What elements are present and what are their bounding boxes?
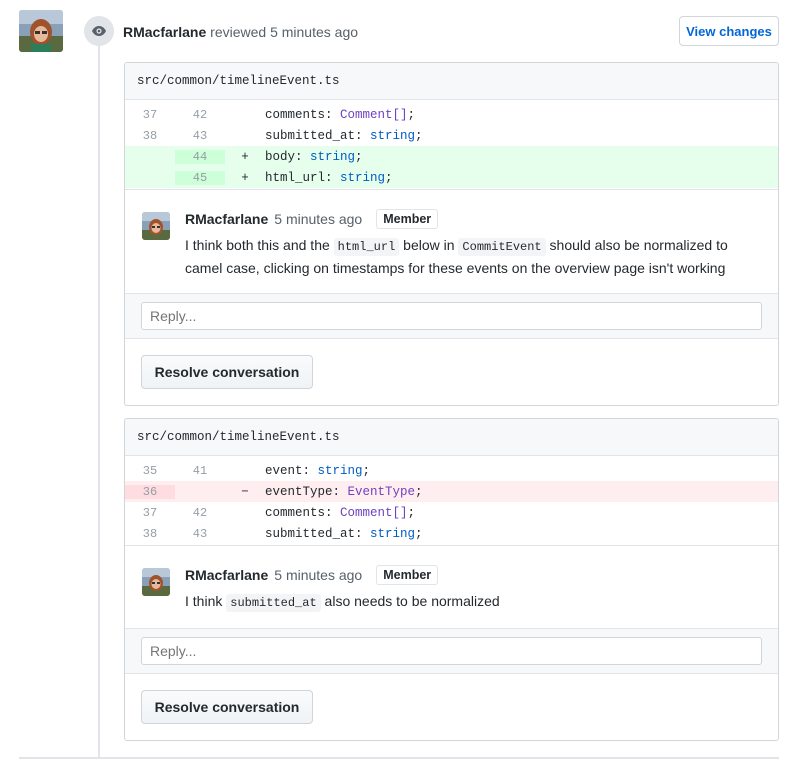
timeline-line (98, 40, 100, 758)
file-path[interactable]: src/common/timelineEvent.ts (125, 419, 778, 456)
timeline-divider (19, 757, 779, 759)
comment-text: I think (185, 593, 227, 609)
new-line-number[interactable]: 41 (175, 464, 225, 478)
diff-line: 35 41 event: string; (125, 460, 778, 481)
diff-sign: + (241, 149, 249, 164)
review-comment: RMacfarlane 5 minutes ago Member I think… (125, 190, 778, 293)
comment-text: I think both this and the (185, 237, 334, 253)
reply-input[interactable] (141, 637, 762, 665)
code-text: comments: Comment[]; (265, 505, 416, 520)
diff-line: 38 43 submitted_at: string; (125, 125, 778, 146)
old-line-number[interactable]: 38 (125, 527, 175, 541)
diff-line: 37 42 comments: Comment[]; (125, 104, 778, 125)
comment-author[interactable]: RMacfarlane (185, 211, 268, 227)
code-text: event: string; (265, 463, 371, 478)
member-badge: Member (376, 565, 439, 585)
resolve-area: Resolve conversation (125, 674, 778, 740)
eye-icon (84, 16, 114, 46)
code-text: eventType: EventType; (265, 484, 423, 499)
new-line-number[interactable]: 42 (175, 108, 225, 122)
diff-line: 38 43 submitted_at: string; (125, 523, 778, 544)
commenter-avatar[interactable] (142, 568, 170, 596)
review-header: RMacfarlane reviewed 5 minutes ago (123, 24, 358, 40)
comment-timestamp[interactable]: 5 minutes ago (274, 211, 362, 227)
inline-code: CommitEvent (458, 238, 546, 256)
review-thread: src/common/timelineEvent.ts 37 42 commen… (124, 62, 779, 406)
inline-code: html_url (333, 238, 400, 256)
old-line-number[interactable]: 38 (125, 129, 175, 143)
new-line-number[interactable]: 43 (175, 129, 225, 143)
member-badge: Member (376, 209, 439, 229)
resolve-conversation-button[interactable]: Resolve conversation (141, 355, 313, 389)
comment-text: below in (399, 237, 459, 253)
diff-line: 45 + html_url: string; (125, 167, 778, 188)
reviewer-avatar[interactable] (19, 10, 63, 52)
code-text: submitted_at: string; (265, 526, 423, 541)
comment-body: I think submitted_at also needs to be no… (185, 591, 762, 614)
view-changes-button[interactable]: View changes (679, 16, 779, 46)
old-line-number[interactable]: 35 (125, 464, 175, 478)
new-line-number[interactable]: 45 (175, 170, 225, 185)
code-text: body: string; (265, 149, 363, 164)
commenter-avatar[interactable] (142, 212, 170, 240)
reply-area (125, 628, 778, 674)
old-line-number[interactable]: 37 (125, 506, 175, 520)
code-text: comments: Comment[]; (265, 107, 416, 122)
diff-line: 36 − eventType: EventType; (125, 481, 778, 502)
diff-sign: + (241, 170, 249, 185)
new-line-number[interactable]: 44 (175, 149, 225, 164)
reply-input[interactable] (141, 302, 762, 330)
review-thread: src/common/timelineEvent.ts 35 41 event:… (124, 418, 779, 741)
reply-area (125, 293, 778, 339)
comment-author[interactable]: RMacfarlane (185, 567, 268, 583)
review-action: reviewed 5 minutes ago (210, 24, 359, 40)
review-comment: RMacfarlane 5 minutes ago Member I think… (125, 546, 778, 628)
old-line-number[interactable]: 36 (125, 484, 175, 499)
diff-sign: − (241, 484, 249, 499)
diff-line: 44 + body: string; (125, 146, 778, 167)
comment-body: I think both this and the html_url below… (185, 235, 762, 279)
resolve-conversation-button[interactable]: Resolve conversation (141, 690, 313, 724)
resolve-area: Resolve conversation (125, 339, 778, 405)
comment-text: also needs to be normalized (320, 593, 500, 609)
code-text: html_url: string; (265, 170, 393, 185)
code-text: submitted_at: string; (265, 128, 423, 143)
old-line-number[interactable]: 37 (125, 108, 175, 122)
new-line-number[interactable]: 43 (175, 527, 225, 541)
file-path[interactable]: src/common/timelineEvent.ts (125, 63, 778, 100)
review-author[interactable]: RMacfarlane (123, 24, 206, 40)
inline-code: submitted_at (226, 594, 321, 612)
comment-timestamp[interactable]: 5 minutes ago (274, 567, 362, 583)
diff-hunk: 35 41 event: string; 36 − eventType: Eve… (125, 456, 778, 546)
new-line-number[interactable]: 42 (175, 506, 225, 520)
diff-line: 37 42 comments: Comment[]; (125, 502, 778, 523)
diff-hunk: 37 42 comments: Comment[]; 38 43 submitt… (125, 100, 778, 190)
